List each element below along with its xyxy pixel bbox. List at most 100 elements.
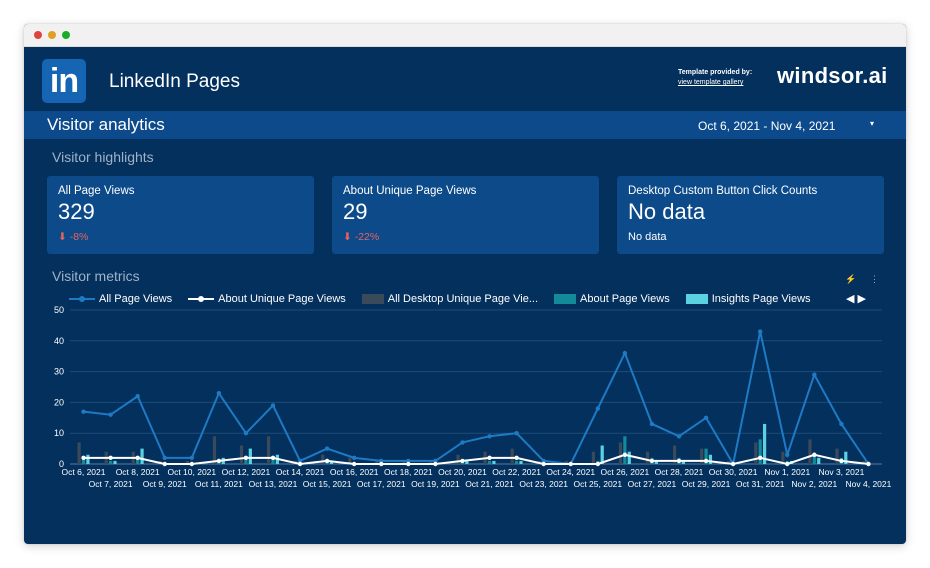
scorecard-value: 329 — [58, 199, 95, 224]
data-point — [866, 461, 871, 467]
data-point — [243, 455, 249, 461]
x-tick-label: Oct 10, 2021 — [167, 467, 216, 477]
report-title: LinkedIn Pages — [109, 71, 240, 92]
page-subheader: Visitor analytics Oct 6, 2021 - Nov 4, 2… — [24, 111, 906, 139]
more-options-icon[interactable]: ⋮ — [870, 274, 879, 285]
data-point — [162, 461, 167, 467]
data-point — [676, 434, 682, 439]
data-point — [460, 440, 465, 445]
x-tick-label: Oct 20, 2021 — [438, 467, 487, 477]
close-window-dot[interactable] — [34, 31, 42, 39]
x-tick-label: Nov 2, 2021 — [791, 479, 837, 489]
x-tick-label: Oct 21, 2021 — [465, 479, 514, 489]
template-gallery-link[interactable]: view template gallery — [678, 79, 743, 86]
scorecard-delta: ⬇ -8% — [58, 231, 89, 243]
x-tick-label: Oct 15, 2021 — [303, 479, 352, 489]
window-titlebar — [24, 24, 906, 47]
data-point — [216, 458, 222, 464]
bar — [591, 451, 595, 464]
data-point — [703, 415, 709, 420]
data-point — [487, 434, 492, 439]
minimize-window-dot[interactable] — [48, 31, 56, 39]
scorecard-label: About Unique Page Views — [343, 185, 477, 197]
windsor-logo: windsor.ai — [777, 63, 888, 88]
data-point — [649, 458, 655, 464]
maximize-window-dot[interactable] — [62, 31, 70, 39]
x-tick-label: Nov 1, 2021 — [764, 467, 810, 477]
y-tick-label: 30 — [54, 367, 64, 377]
date-range-picker[interactable]: Oct 6, 2021 - Nov 4, 2021 — [698, 119, 835, 133]
data-point — [379, 461, 384, 467]
x-tick-label: Oct 14, 2021 — [276, 467, 325, 477]
data-point — [135, 394, 140, 399]
linkedin-logo-icon: in — [42, 59, 86, 103]
template-provider-label: Template provided by: — [678, 69, 753, 76]
data-point — [108, 455, 113, 461]
data-point — [730, 461, 736, 467]
series-line — [83, 331, 870, 467]
x-tick-label: Oct 27, 2021 — [628, 479, 677, 489]
x-tick-label: Oct 29, 2021 — [682, 479, 731, 489]
x-tick-label: Oct 11, 2021 — [195, 479, 243, 489]
bar — [618, 442, 623, 464]
data-point — [433, 461, 438, 467]
data-point — [487, 455, 492, 461]
data-point — [297, 461, 303, 467]
scorecard-about-unique-page-views: About Unique Page Views 29 ⬇ -22% — [332, 176, 599, 254]
data-point — [162, 455, 167, 461]
y-tick-label: 50 — [54, 305, 64, 315]
x-tick-label: Oct 18, 2021 — [384, 467, 433, 477]
data-point — [785, 461, 790, 467]
x-tick-label: Oct 8, 2021 — [116, 467, 160, 477]
x-tick-label: Oct 7, 2021 — [89, 479, 133, 489]
x-tick-label: Oct 24, 2021 — [546, 467, 595, 477]
scorecard-label: Desktop Custom Button Click Counts — [628, 185, 818, 197]
bar — [627, 451, 631, 464]
chevron-down-icon[interactable]: ▾ — [870, 119, 874, 128]
data-point — [839, 458, 844, 464]
bar — [248, 448, 252, 464]
data-point — [812, 372, 817, 377]
data-point — [514, 431, 519, 436]
data-point — [514, 455, 519, 461]
x-tick-label: Oct 12, 2021 — [222, 467, 271, 477]
x-tick-label: Oct 9, 2021 — [143, 479, 187, 489]
data-point — [135, 455, 140, 461]
x-tick-label: Nov 3, 2021 — [818, 467, 864, 477]
data-point — [839, 421, 844, 427]
data-point — [460, 458, 465, 464]
scorecard-desktop-button-clicks: Desktop Custom Button Click Counts No da… — [617, 176, 884, 254]
x-tick-label: Oct 23, 2021 — [519, 479, 568, 489]
bar — [321, 454, 325, 464]
x-tick-label: Oct 16, 2021 — [330, 467, 379, 477]
app-window: in LinkedIn Pages Template provided by: … — [24, 24, 906, 544]
data-point — [595, 406, 600, 411]
data-point — [622, 452, 628, 457]
bar — [758, 439, 762, 464]
data-point — [81, 455, 86, 461]
scorecard-label: All Page Views — [58, 185, 135, 197]
explore-icon[interactable]: ⚡ — [845, 274, 856, 285]
page-title: Visitor analytics — [47, 115, 165, 134]
y-tick-label: 40 — [54, 336, 64, 346]
visitor-metrics-chart: 01020304050Oct 6, 2021Oct 7, 2021Oct 8, … — [54, 305, 892, 489]
x-tick-label: Oct 17, 2021 — [357, 479, 406, 489]
y-tick-label: 20 — [54, 397, 64, 407]
data-point — [785, 452, 790, 457]
bar — [86, 454, 90, 464]
data-point — [649, 421, 655, 427]
bar — [456, 454, 460, 464]
series-line — [83, 453, 869, 466]
scorecard-subtext: No data — [628, 231, 667, 243]
bar — [708, 454, 713, 464]
data-point — [189, 461, 194, 467]
scorecard-value: 29 — [343, 199, 368, 224]
x-tick-label: Oct 31, 2021 — [736, 479, 785, 489]
data-point — [270, 403, 276, 408]
data-point — [758, 455, 763, 461]
data-point — [622, 350, 628, 356]
data-point — [758, 329, 763, 334]
x-tick-label: Oct 6, 2021 — [62, 467, 106, 477]
highlights-section-title: Visitor highlights — [52, 149, 154, 165]
data-point — [352, 461, 357, 467]
